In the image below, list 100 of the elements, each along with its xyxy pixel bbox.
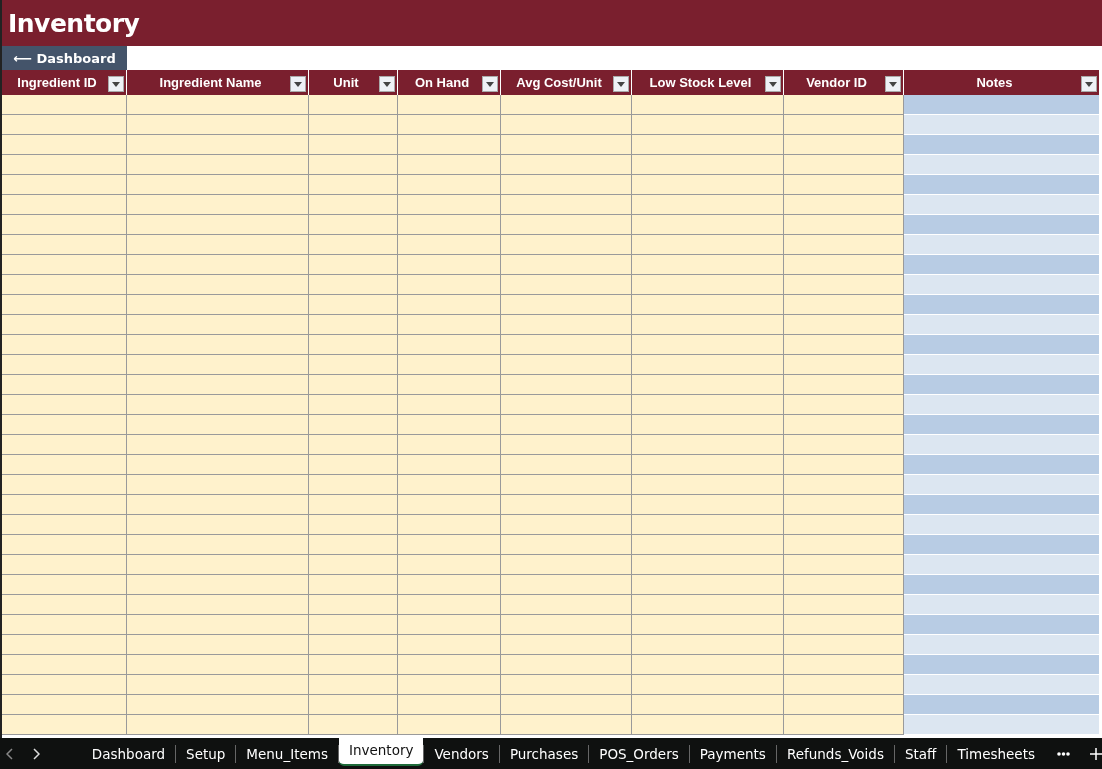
table-cell[interactable]: [2, 655, 127, 675]
table-cell[interactable]: [784, 495, 904, 515]
table-cell[interactable]: [501, 575, 632, 595]
table-cell[interactable]: [632, 395, 784, 415]
table-cell[interactable]: [398, 475, 501, 495]
table-cell[interactable]: [2, 195, 127, 215]
table-cell[interactable]: [127, 715, 309, 735]
table-cell[interactable]: [632, 655, 784, 675]
table-cell[interactable]: [398, 415, 501, 435]
table-cell[interactable]: [309, 595, 398, 615]
table-cell[interactable]: [784, 175, 904, 195]
table-cell[interactable]: [632, 135, 784, 155]
filter-button[interactable]: [108, 76, 124, 92]
table-cell[interactable]: [127, 155, 309, 175]
table-cell[interactable]: [501, 395, 632, 415]
table-cell[interactable]: [2, 475, 127, 495]
table-cell[interactable]: [632, 695, 784, 715]
table-cell[interactable]: [127, 515, 309, 535]
table-cell[interactable]: [309, 295, 398, 315]
table-cell[interactable]: [2, 675, 127, 695]
table-cell[interactable]: [501, 95, 632, 115]
table-cell[interactable]: [784, 435, 904, 455]
table-cell[interactable]: [501, 715, 632, 735]
table-cell[interactable]: [632, 295, 784, 315]
table-cell[interactable]: [2, 595, 127, 615]
table-cell[interactable]: [632, 95, 784, 115]
table-cell[interactable]: [2, 515, 127, 535]
table-cell[interactable]: [309, 695, 398, 715]
table-cell[interactable]: [127, 355, 309, 375]
table-cell[interactable]: [309, 395, 398, 415]
table-cell[interactable]: [309, 195, 398, 215]
table-cell[interactable]: [2, 495, 127, 515]
table-cell[interactable]: [2, 355, 127, 375]
table-cell[interactable]: [127, 235, 309, 255]
table-cell[interactable]: [501, 535, 632, 555]
sheet-tab[interactable]: Setup: [176, 738, 236, 769]
table-cell[interactable]: [127, 695, 309, 715]
table-cell[interactable]: [501, 155, 632, 175]
table-cell[interactable]: [501, 435, 632, 455]
table-cell[interactable]: [398, 235, 501, 255]
table-cell[interactable]: [127, 135, 309, 155]
table-cell[interactable]: [501, 135, 632, 155]
sheet-tab[interactable]: Payments: [689, 738, 776, 769]
table-cell[interactable]: [2, 395, 127, 415]
table-cell[interactable]: [2, 295, 127, 315]
table-cell[interactable]: [127, 495, 309, 515]
table-cell[interactable]: [632, 675, 784, 695]
table-cell[interactable]: [309, 275, 398, 295]
table-cell[interactable]: [784, 695, 904, 715]
table-cell[interactable]: [501, 515, 632, 535]
table-cell[interactable]: [784, 235, 904, 255]
sheet-tab[interactable]: POS_Orders: [589, 738, 689, 769]
table-cell[interactable]: [309, 615, 398, 635]
table-cell[interactable]: [784, 635, 904, 655]
table-cell[interactable]: [501, 675, 632, 695]
table-cell[interactable]: [632, 555, 784, 575]
filter-button[interactable]: [290, 76, 306, 92]
table-cell[interactable]: [127, 335, 309, 355]
table-cell[interactable]: [632, 475, 784, 495]
table-cell[interactable]: [632, 255, 784, 275]
table-cell[interactable]: [309, 135, 398, 155]
table-cell[interactable]: [398, 555, 501, 575]
table-cell[interactable]: [398, 95, 501, 115]
table-cell[interactable]: [127, 635, 309, 655]
table-cell[interactable]: [398, 715, 501, 735]
table-cell[interactable]: [632, 335, 784, 355]
table-cell[interactable]: [127, 95, 309, 115]
table-cell[interactable]: [501, 195, 632, 215]
sheet-tab[interactable]: Purchases: [499, 738, 589, 769]
table-cell[interactable]: [309, 715, 398, 735]
table-cell[interactable]: [309, 235, 398, 255]
table-cell[interactable]: [632, 635, 784, 655]
sheet-tab[interactable]: Inventory: [338, 738, 424, 766]
table-cell[interactable]: [398, 115, 501, 135]
table-cell[interactable]: [309, 375, 398, 395]
table-cell[interactable]: [784, 295, 904, 315]
table-cell[interactable]: [127, 175, 309, 195]
table-cell[interactable]: [632, 155, 784, 175]
table-cell[interactable]: [398, 135, 501, 155]
table-cell[interactable]: [127, 535, 309, 555]
table-cell[interactable]: [309, 455, 398, 475]
table-cell[interactable]: [127, 435, 309, 455]
table-cell[interactable]: [398, 215, 501, 235]
table-cell[interactable]: [127, 455, 309, 475]
table-cell[interactable]: [398, 495, 501, 515]
table-cell[interactable]: [309, 655, 398, 675]
table-cell[interactable]: [632, 495, 784, 515]
chevron-left-icon[interactable]: [6, 747, 14, 760]
table-cell[interactable]: [501, 455, 632, 475]
table-cell[interactable]: [501, 555, 632, 575]
table-cell[interactable]: [127, 115, 309, 135]
table-cell[interactable]: [784, 215, 904, 235]
table-cell[interactable]: [501, 635, 632, 655]
table-cell[interactable]: [501, 235, 632, 255]
table-cell[interactable]: [127, 295, 309, 315]
table-cell[interactable]: [398, 295, 501, 315]
table-cell[interactable]: [309, 95, 398, 115]
table-cell[interactable]: [309, 115, 398, 135]
table-cell[interactable]: [309, 515, 398, 535]
table-cell[interactable]: [2, 535, 127, 555]
